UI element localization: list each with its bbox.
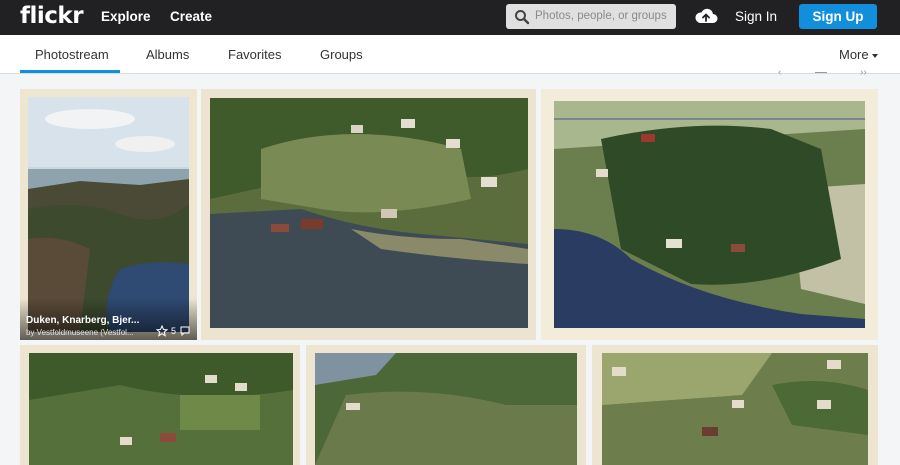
tab-favorites[interactable]: Favorites [228, 47, 281, 62]
tab-groups[interactable]: Groups [320, 47, 363, 62]
chevron-down-icon [871, 53, 878, 58]
top-bar: flickr Explore Create Photos, people, or… [0, 0, 900, 35]
photo-image [541, 89, 878, 340]
photo-title[interactable]: Duken, Knarberg, Bjer... [26, 315, 139, 326]
tab-albums[interactable]: Albums [146, 47, 189, 62]
photo-image [592, 345, 878, 465]
sign-up-button[interactable]: Sign Up [799, 4, 877, 29]
photo-tile[interactable] [592, 345, 878, 465]
more-menu[interactable]: More [839, 47, 878, 62]
tab-photostream[interactable]: Photostream [35, 47, 109, 62]
comment-icon[interactable] [179, 325, 191, 337]
nav-explore[interactable]: Explore [101, 9, 151, 24]
star-icon[interactable] [155, 325, 168, 337]
layout-icon[interactable] [815, 67, 827, 73]
slideshow-icon[interactable]: ‹ [778, 67, 781, 75]
photo-tile[interactable] [201, 89, 536, 340]
more-label: More [839, 47, 869, 62]
photo-tile[interactable] [20, 345, 300, 465]
upload-cloud-icon[interactable] [694, 6, 718, 26]
photo-image [201, 89, 536, 340]
flickr-logo[interactable]: flickr [20, 3, 84, 29]
photo-author[interactable]: by Vestfoldmuseene (Vestfol... [26, 328, 138, 337]
sign-in-link[interactable]: Sign In [735, 9, 777, 24]
search-input[interactable]: Photos, people, or groups [506, 4, 676, 29]
photo-tile[interactable]: Duken, Knarberg, Bjer... by Vestfoldmuse… [20, 89, 197, 340]
photo-image [20, 345, 300, 465]
photo-tile[interactable] [306, 345, 586, 465]
search-placeholder: Photos, people, or groups [535, 10, 667, 22]
photo-tile[interactable] [541, 89, 878, 340]
fave-count: 5 [170, 326, 176, 336]
photo-image [306, 345, 586, 465]
search-icon [515, 10, 530, 25]
nav-create[interactable]: Create [170, 9, 212, 24]
active-tab-indicator [20, 70, 120, 73]
photo-actions: 5 [155, 325, 191, 337]
profile-subnav: Photostream Albums Favorites Groups More [0, 35, 900, 74]
fullscreen-icon[interactable]: ›› [860, 67, 867, 75]
